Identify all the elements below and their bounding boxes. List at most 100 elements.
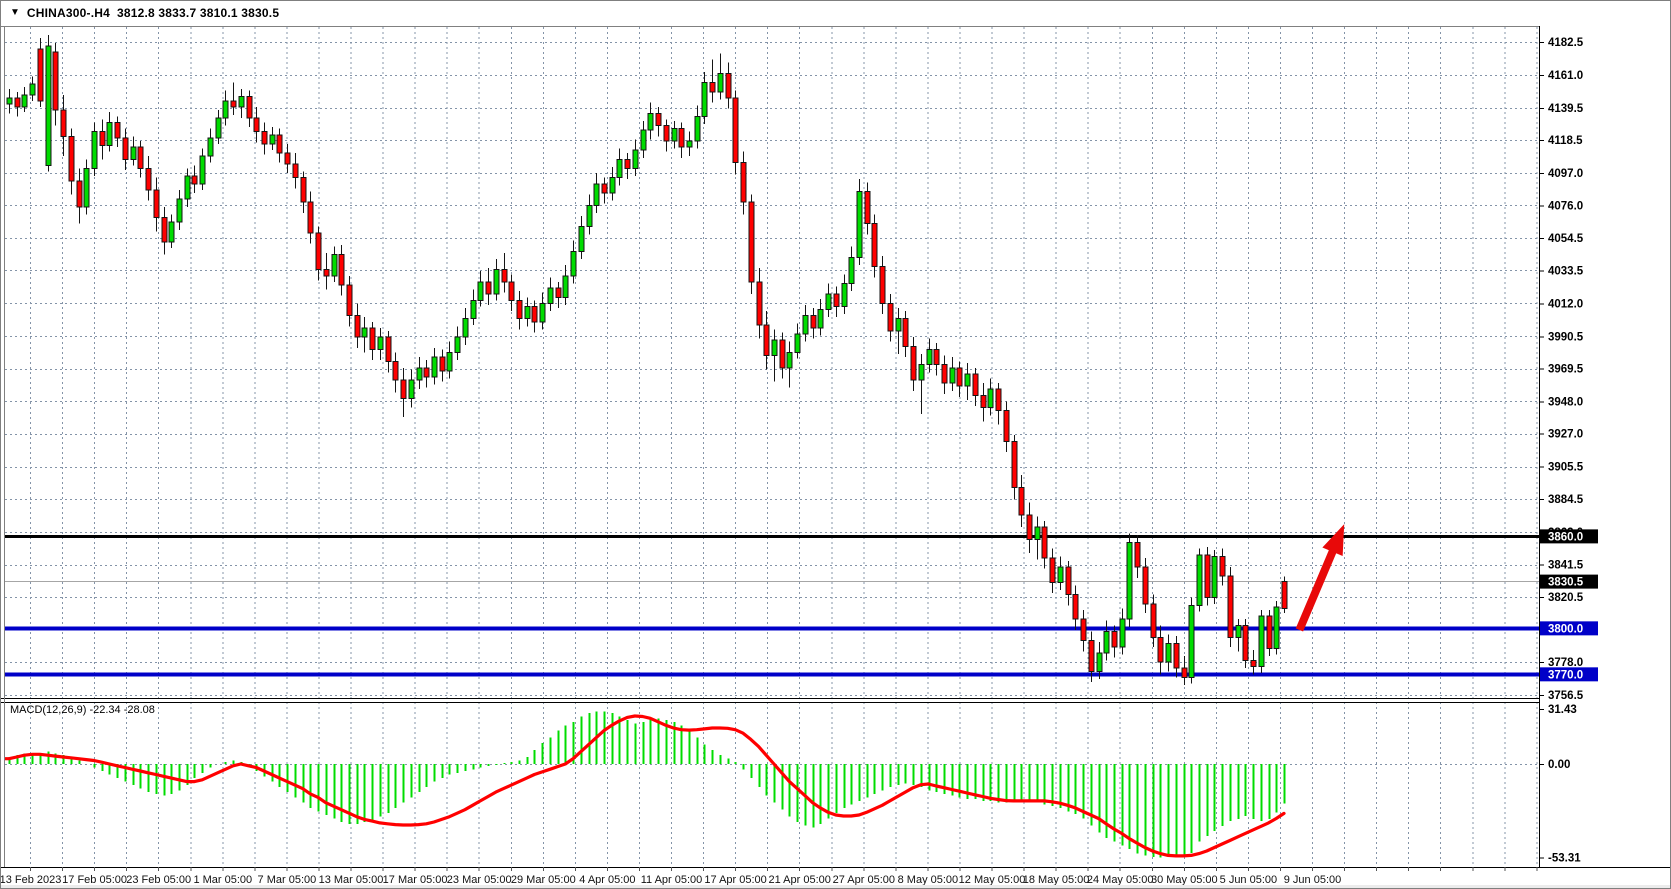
candle	[818, 310, 823, 328]
time-axis-label: 4 Apr 05:00	[579, 874, 635, 886]
symbol-title: CHINA300-.H4	[27, 6, 110, 20]
candle	[1251, 661, 1256, 667]
time-axis-label: 23 Mar 05:00	[447, 874, 512, 886]
price-axis-label: 3905.5	[1548, 462, 1584, 474]
candle	[1228, 576, 1233, 637]
candle	[1112, 631, 1117, 646]
candle	[532, 306, 537, 321]
time-axis-label: 5 Jun 05:00	[1220, 874, 1278, 886]
candle	[749, 202, 754, 282]
candle	[38, 49, 43, 101]
candle	[587, 205, 592, 226]
candle	[563, 276, 568, 297]
candle	[973, 374, 978, 395]
candle	[53, 52, 58, 110]
candle	[285, 153, 290, 164]
candle	[1166, 644, 1171, 662]
candle	[1282, 582, 1287, 609]
candle	[981, 395, 986, 407]
candle	[702, 83, 707, 117]
candle	[1151, 604, 1156, 638]
candle	[424, 368, 429, 377]
time-axis-label: 7 Mar 05:00	[258, 874, 317, 886]
candle	[22, 95, 27, 107]
svg-text:3830.5: 3830.5	[1548, 577, 1584, 589]
candle	[1174, 644, 1179, 669]
candle	[100, 132, 105, 146]
candle	[1143, 567, 1148, 604]
candle	[957, 368, 962, 386]
price-axis-label: 3948.0	[1548, 396, 1583, 408]
candle	[641, 130, 646, 150]
candle	[216, 118, 221, 138]
time-axis-label: 11 Apr 05:00	[641, 874, 703, 886]
price-axis-label: 3990.5	[1548, 331, 1584, 343]
candle	[718, 73, 723, 91]
candle	[138, 147, 143, 168]
candle	[200, 156, 205, 184]
candle	[811, 316, 816, 328]
candle	[131, 147, 136, 159]
candle	[378, 337, 383, 349]
time-axis-label: 8 May 05:00	[898, 874, 959, 886]
candle	[332, 254, 337, 275]
time-axis-label: 17 Mar 05:00	[383, 874, 448, 886]
candle	[656, 113, 661, 125]
candle	[1012, 441, 1017, 487]
candle	[92, 132, 97, 169]
time-axis-label: 30 May 05:00	[1151, 874, 1218, 886]
candle	[919, 365, 924, 380]
candle	[842, 283, 847, 306]
candle	[880, 267, 885, 304]
candle	[247, 96, 252, 117]
candle	[888, 303, 893, 331]
candle	[409, 380, 414, 398]
svg-text:3770.0: 3770.0	[1548, 669, 1583, 681]
symbol-dropdown-icon[interactable]: ▼	[10, 8, 20, 18]
candle	[1027, 515, 1032, 540]
candle	[46, 46, 51, 166]
candle	[177, 199, 182, 222]
candle	[834, 294, 839, 306]
candle	[463, 319, 468, 337]
candle	[1274, 607, 1279, 648]
candle	[339, 254, 344, 285]
candle	[1127, 543, 1132, 620]
time-axis-label: 23 Feb 05:00	[126, 874, 191, 886]
candle	[1104, 631, 1109, 652]
price-axis-label: 4139.5	[1548, 103, 1584, 115]
candle	[826, 294, 831, 309]
candle	[1081, 619, 1086, 640]
candle	[1220, 556, 1225, 576]
price-axis-label: 3820.5	[1548, 592, 1584, 604]
candle	[61, 110, 66, 136]
candle	[911, 346, 916, 380]
candle	[1004, 411, 1009, 442]
candle	[1205, 555, 1210, 598]
price-axis-label: 4076.0	[1548, 200, 1583, 212]
candle	[154, 190, 159, 218]
candle	[1066, 567, 1071, 595]
macd-axis-label: 31.43	[1548, 704, 1577, 716]
chart-canvas[interactable]: 4182.54161.04139.54118.54097.04076.04054…	[1, 1, 1671, 889]
candle	[417, 368, 422, 380]
candle	[1097, 653, 1102, 671]
candle	[293, 164, 298, 178]
time-axis-label: 13 Feb 2023	[1, 874, 61, 886]
time-axis-label: 17 Apr 05:00	[704, 874, 766, 886]
ohlc-values: 3812.8 3833.7 3810.1 3830.5	[117, 6, 279, 20]
candle	[1135, 543, 1140, 568]
candle	[965, 374, 970, 386]
candle	[602, 184, 607, 193]
candle	[664, 126, 669, 141]
svg-text:3860.0: 3860.0	[1548, 531, 1583, 543]
candle	[1212, 556, 1217, 597]
candle	[896, 319, 901, 331]
candle	[1019, 487, 1024, 515]
candle	[277, 135, 282, 153]
macd-axis-label: 0.00	[1548, 759, 1570, 771]
candle	[803, 316, 808, 334]
candle	[370, 328, 375, 349]
candle	[857, 191, 862, 257]
candle	[1189, 605, 1194, 677]
